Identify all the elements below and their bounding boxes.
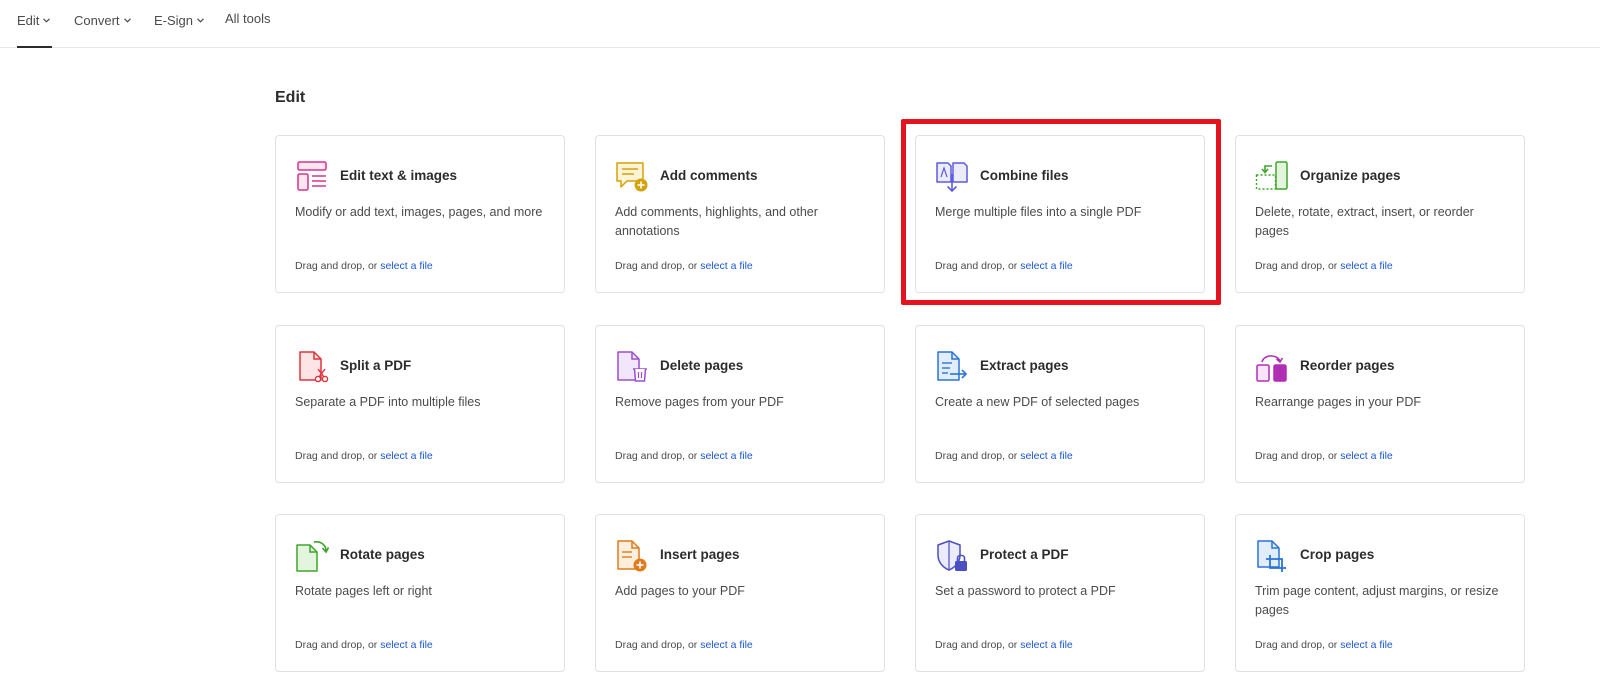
add-comments-icon	[615, 160, 649, 194]
drop-label: Drag and drop, or	[295, 639, 381, 651]
tool-card-crop-pages[interactable]: Crop pages Trim page content, adjust mar…	[1235, 514, 1525, 672]
card-description: Rearrange pages in your PDF	[1255, 395, 1422, 409]
card-title: Organize pages	[1300, 168, 1401, 183]
edit-text-images-icon	[295, 160, 329, 194]
card-description: Set a password to protect a PDF	[935, 584, 1116, 598]
tool-card-extract-pages[interactable]: Extract pages Create a new PDF of select…	[915, 325, 1205, 483]
select-file-link[interactable]: select a file	[700, 260, 753, 272]
card-description: Delete, rotate, extract, insert, or reor…	[1255, 205, 1474, 238]
drop-label: Drag and drop, or	[1255, 450, 1341, 462]
nav-esign-menu[interactable]: E-Sign	[154, 11, 204, 48]
select-file-link[interactable]: select a file	[380, 450, 433, 462]
card-description: Merge multiple files into a single PDF	[935, 205, 1142, 219]
drop-label: Drag and drop, or	[615, 260, 701, 272]
drop-label: Drag and drop, or	[935, 260, 1021, 272]
select-file-link[interactable]: select a file	[700, 639, 753, 651]
tool-card-add-comments[interactable]: Add comments Add comments, highlights, a…	[595, 135, 885, 293]
organize-pages-icon	[1255, 160, 1289, 194]
drop-label: Drag and drop, or	[615, 450, 701, 462]
combine-files-icon	[935, 160, 969, 194]
rotate-pages-icon	[295, 539, 329, 573]
drop-label: Drag and drop, or	[1255, 260, 1341, 272]
drop-label: Drag and drop, or	[295, 450, 381, 462]
drop-label: Drag and drop, or	[1255, 639, 1341, 651]
select-file-link[interactable]: select a file	[1020, 639, 1073, 651]
select-file-link[interactable]: select a file	[1020, 450, 1073, 462]
card-description: Add pages to your PDF	[615, 584, 745, 598]
tool-card-combine-files[interactable]: Combine files Merge multiple files into …	[915, 135, 1205, 293]
drop-zone-text: Drag and drop, or select a file	[295, 260, 433, 272]
card-title: Protect a PDF	[980, 547, 1069, 562]
drop-zone-text: Drag and drop, or select a file	[935, 450, 1073, 462]
select-file-link[interactable]: select a file	[380, 260, 433, 272]
nav-convert-label: Convert	[74, 13, 120, 28]
select-file-link[interactable]: select a file	[1020, 260, 1073, 272]
card-title: Reorder pages	[1300, 358, 1395, 373]
tool-card-insert-pages[interactable]: Insert pages Add pages to your PDF Drag …	[595, 514, 885, 672]
drop-zone-text: Drag and drop, or select a file	[1255, 639, 1393, 651]
insert-pages-icon	[615, 539, 649, 573]
delete-pages-icon	[615, 350, 649, 384]
tool-card-edit-text-images[interactable]: Edit text & images Modify or add text, i…	[275, 135, 565, 293]
card-description: Modify or add text, images, pages, and m…	[295, 205, 543, 219]
card-description: Add comments, highlights, and other anno…	[615, 205, 818, 238]
nav-edit-label: Edit	[17, 13, 40, 28]
drop-zone-text: Drag and drop, or select a file	[615, 639, 753, 651]
tool-card-rotate-pages[interactable]: Rotate pages Rotate pages left or right …	[275, 514, 565, 672]
tool-card-split-pdf[interactable]: Split a PDF Separate a PDF into multiple…	[275, 325, 565, 483]
drop-zone-text: Drag and drop, or select a file	[295, 450, 433, 462]
card-title: Insert pages	[660, 547, 740, 562]
extract-pages-icon	[935, 350, 969, 384]
chevron-down-icon	[43, 11, 51, 26]
drop-zone-text: Drag and drop, or select a file	[295, 639, 433, 651]
reorder-pages-icon	[1255, 350, 1289, 384]
drop-label: Drag and drop, or	[935, 450, 1021, 462]
drop-label: Drag and drop, or	[615, 639, 701, 651]
tool-card-organize-pages[interactable]: Organize pages Delete, rotate, extract, …	[1235, 135, 1525, 293]
card-title: Combine files	[980, 168, 1069, 183]
nav-esign-label: E-Sign	[154, 13, 194, 28]
card-title: Split a PDF	[340, 358, 412, 373]
card-title: Add comments	[660, 168, 758, 183]
drop-zone-text: Drag and drop, or select a file	[615, 260, 753, 272]
drop-zone-text: Drag and drop, or select a file	[1255, 450, 1393, 462]
select-file-link[interactable]: select a file	[700, 450, 753, 462]
nav-all-tools-link[interactable]: All tools	[225, 11, 271, 48]
card-description: Remove pages from your PDF	[615, 395, 784, 409]
select-file-link[interactable]: select a file	[380, 639, 433, 651]
nav-all-tools-label: All tools	[225, 11, 271, 26]
chevron-down-icon	[197, 11, 204, 26]
nav-edit-menu[interactable]: Edit	[17, 11, 52, 48]
tool-card-reorder-pages[interactable]: Reorder pages Rearrange pages in your PD…	[1235, 325, 1525, 483]
drop-label: Drag and drop, or	[295, 260, 381, 272]
select-file-link[interactable]: select a file	[1340, 450, 1393, 462]
card-description: Create a new PDF of selected pages	[935, 395, 1140, 409]
drop-label: Drag and drop, or	[935, 639, 1021, 651]
nav-convert-menu[interactable]: Convert	[74, 11, 131, 48]
split-pdf-icon	[295, 350, 329, 384]
select-file-link[interactable]: select a file	[1340, 260, 1393, 272]
drop-zone-text: Drag and drop, or select a file	[1255, 260, 1393, 272]
card-description: Separate a PDF into multiple files	[295, 395, 481, 409]
crop-pages-icon	[1255, 539, 1289, 573]
tool-card-delete-pages[interactable]: Delete pages Remove pages from your PDF …	[595, 325, 885, 483]
card-title: Crop pages	[1300, 547, 1375, 562]
drop-zone-text: Drag and drop, or select a file	[935, 260, 1073, 272]
card-title: Edit text & images	[340, 168, 458, 183]
drop-zone-text: Drag and drop, or select a file	[615, 450, 753, 462]
card-title: Rotate pages	[340, 547, 425, 562]
card-description: Rotate pages left or right	[295, 584, 432, 598]
protect-pdf-icon	[935, 539, 969, 573]
card-description: Trim page content, adjust margins, or re…	[1255, 584, 1499, 617]
chevron-down-icon	[123, 11, 131, 26]
tool-card-protect-pdf[interactable]: Protect a PDF Set a password to protect …	[915, 514, 1205, 672]
section-title: Edit	[275, 89, 306, 106]
select-file-link[interactable]: select a file	[1340, 639, 1393, 651]
card-title: Extract pages	[980, 358, 1069, 373]
top-navigation: Edit Convert E-Sign All tools	[0, 0, 1600, 48]
card-title: Delete pages	[660, 358, 744, 373]
drop-zone-text: Drag and drop, or select a file	[935, 639, 1073, 651]
